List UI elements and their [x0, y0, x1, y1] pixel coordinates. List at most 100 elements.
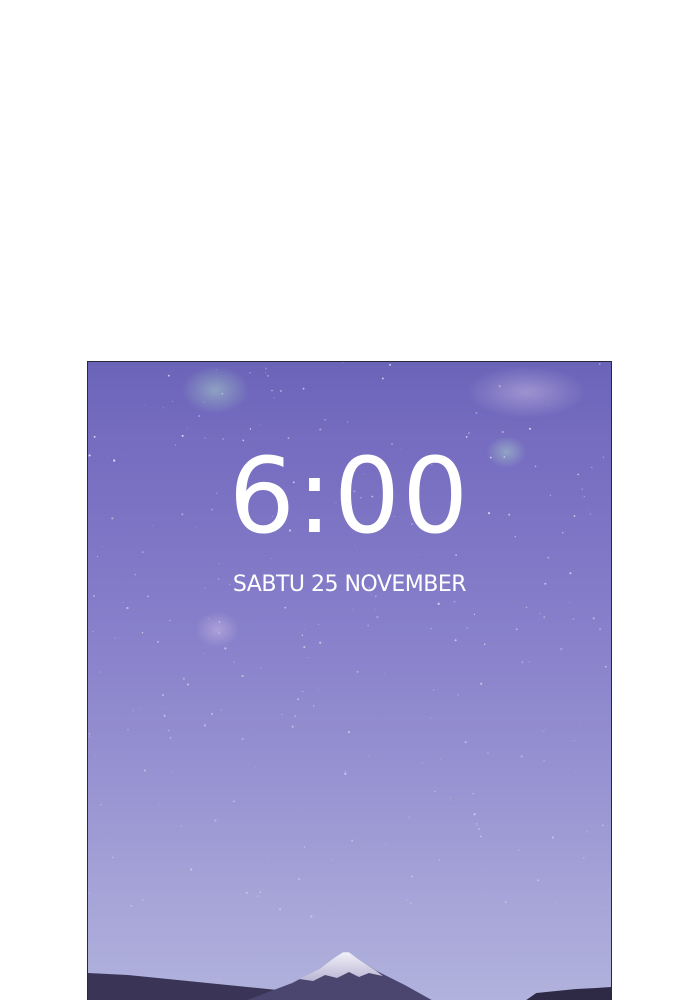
- star: [528, 661, 530, 663]
- star: [181, 434, 184, 437]
- star: [583, 857, 585, 859]
- star: [480, 682, 483, 685]
- lock-screen[interactable]: 6:00 SABTU 25 NOVEMBER: [87, 361, 612, 1000]
- star: [304, 628, 306, 630]
- star: [139, 708, 141, 709]
- star: [267, 375, 269, 377]
- star: [182, 677, 185, 680]
- lock-screen-clock: 6:00: [228, 435, 471, 557]
- star: [520, 755, 523, 758]
- star: [430, 717, 431, 719]
- star: [298, 878, 301, 881]
- star: [375, 609, 376, 611]
- star: [473, 813, 476, 816]
- star: [421, 762, 423, 764]
- star: [457, 694, 460, 696]
- star: [180, 825, 182, 827]
- star: [233, 661, 235, 663]
- star: [186, 427, 188, 429]
- star: [264, 367, 267, 370]
- star: [187, 683, 190, 686]
- star: [578, 721, 580, 723]
- star: [279, 908, 282, 911]
- star: [156, 640, 160, 643]
- star: [203, 401, 205, 403]
- star: [297, 698, 300, 701]
- star: [91, 727, 93, 729]
- star: [312, 705, 315, 707]
- star: [410, 875, 413, 878]
- star: [569, 601, 570, 603]
- star: [270, 558, 272, 560]
- star: [472, 792, 475, 795]
- star: [477, 828, 480, 830]
- star: [487, 752, 489, 754]
- star: [97, 556, 99, 558]
- star: [288, 702, 290, 704]
- star: [169, 736, 172, 739]
- star: [114, 637, 116, 639]
- star: [467, 432, 471, 435]
- star: [330, 858, 332, 861]
- star: [440, 758, 441, 760]
- star: [544, 729, 546, 731]
- star: [434, 790, 436, 793]
- star: [167, 374, 170, 377]
- star: [437, 602, 440, 605]
- star: [255, 766, 256, 768]
- star: [573, 740, 575, 741]
- star: [574, 771, 576, 773]
- star: [347, 731, 351, 734]
- star: [481, 869, 483, 871]
- star: [453, 600, 456, 603]
- star: [475, 823, 478, 825]
- star: [344, 772, 347, 775]
- star: [204, 653, 206, 654]
- star: [284, 606, 287, 609]
- star: [310, 915, 313, 918]
- star: [384, 672, 385, 674]
- star: [257, 895, 259, 897]
- star: [214, 819, 217, 822]
- star: [551, 836, 554, 839]
- star: [141, 551, 144, 554]
- star: [169, 619, 171, 622]
- star: [89, 735, 90, 737]
- star: [241, 674, 244, 677]
- star: [515, 628, 518, 630]
- star: [554, 902, 556, 904]
- star: [367, 624, 370, 627]
- star: [220, 709, 222, 711]
- star: [449, 797, 451, 799]
- star: [368, 755, 369, 757]
- star: [122, 602, 124, 603]
- star: [218, 620, 221, 623]
- star: [329, 910, 330, 911]
- star: [601, 824, 604, 827]
- star: [180, 906, 182, 908]
- star: [317, 623, 320, 626]
- star: [141, 632, 144, 634]
- star: [324, 418, 327, 421]
- star: [483, 643, 486, 646]
- star: [483, 892, 484, 894]
- star: [143, 769, 146, 772]
- star: [204, 437, 206, 439]
- star: [410, 902, 412, 904]
- star: [346, 421, 349, 423]
- star: [518, 849, 520, 851]
- star: [586, 831, 588, 833]
- star: [198, 414, 201, 418]
- star: [598, 363, 601, 365]
- star: [498, 384, 502, 388]
- star: [172, 401, 173, 402]
- star: [281, 713, 283, 716]
- star: [405, 854, 407, 855]
- star: [506, 868, 508, 870]
- star: [162, 708, 163, 709]
- star: [504, 900, 507, 904]
- star: [356, 670, 359, 673]
- star: [90, 908, 92, 910]
- star: [259, 891, 262, 894]
- star: [259, 424, 261, 426]
